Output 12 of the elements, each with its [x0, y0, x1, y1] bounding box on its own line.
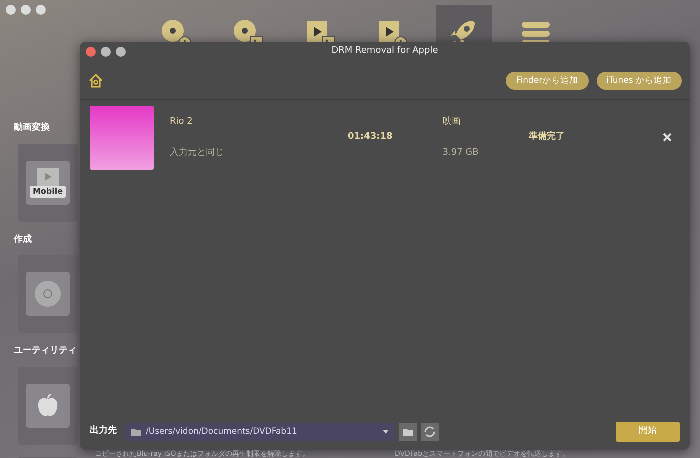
- duration-text: 01:43:18: [348, 131, 393, 144]
- section-title: ユーティリティ: [14, 345, 78, 358]
- title-text: Rio 2: [170, 116, 194, 129]
- format-text: 入力元と同じ: [170, 146, 225, 160]
- window-title: DRM Removal for Apple: [332, 45, 438, 58]
- section-title: 動画変換: [14, 122, 51, 135]
- output-label: 出力先: [90, 425, 117, 438]
- size-text: 3.97 GB: [442, 146, 480, 160]
- tile-label: Mobile: [30, 186, 66, 198]
- type-text: 映画: [442, 116, 462, 129]
- section-title: 作成: [14, 234, 33, 246]
- status-text: 準備完了: [528, 131, 565, 144]
